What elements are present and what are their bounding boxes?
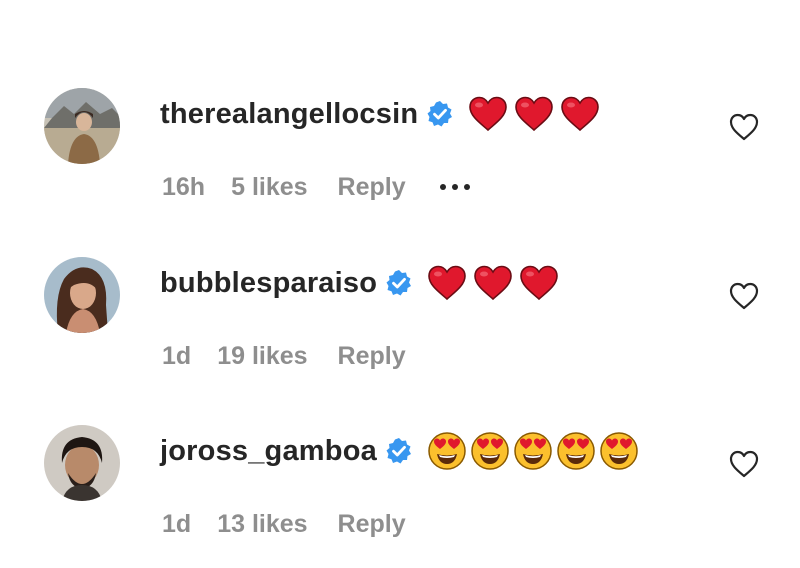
red-heart-icon xyxy=(473,265,513,301)
red-heart-icon xyxy=(468,96,508,132)
comment-likes[interactable]: 13 likes xyxy=(217,510,307,539)
reply-button[interactable]: Reply xyxy=(338,173,406,202)
verified-badge-icon xyxy=(385,269,413,297)
red-heart-icon xyxy=(560,96,600,132)
username[interactable]: therealangellocsin xyxy=(160,98,418,131)
verified-badge-icon xyxy=(426,100,454,128)
comment-likes[interactable]: 5 likes xyxy=(231,173,307,202)
avatar[interactable] xyxy=(44,88,120,164)
like-heart-icon[interactable] xyxy=(728,112,760,142)
comment-text xyxy=(468,96,600,132)
comment-time[interactable]: 1d xyxy=(162,510,191,539)
red-heart-icon xyxy=(519,265,559,301)
comment-likes[interactable]: 19 likes xyxy=(217,342,307,371)
comment: therealangellocsin 16h 5 likes Reply xyxy=(0,88,800,218)
red-heart-icon xyxy=(514,96,554,132)
avatar[interactable] xyxy=(44,425,120,501)
username[interactable]: joross_gamboa xyxy=(160,435,377,468)
more-options-icon[interactable] xyxy=(439,184,470,190)
heart-eyes-face-icon xyxy=(513,431,553,471)
heart-eyes-face-icon xyxy=(599,431,639,471)
heart-eyes-face-icon xyxy=(470,431,510,471)
comment-text xyxy=(427,265,559,301)
like-heart-icon[interactable] xyxy=(728,281,760,311)
heart-eyes-face-icon xyxy=(427,431,467,471)
comment-text xyxy=(427,431,639,471)
comment-time[interactable]: 1d xyxy=(162,342,191,371)
comment: joross_gamboa 1d 13 likes Reply xyxy=(0,425,800,555)
verified-badge-icon xyxy=(385,437,413,465)
username[interactable]: bubblesparaiso xyxy=(160,267,377,300)
red-heart-icon xyxy=(427,265,467,301)
comments-list: therealangellocsin 16h 5 likes Reply bub… xyxy=(0,0,800,568)
comment: bubblesparaiso 1d 19 likes Reply xyxy=(0,257,800,387)
reply-button[interactable]: Reply xyxy=(338,510,406,539)
like-heart-icon[interactable] xyxy=(728,449,760,479)
reply-button[interactable]: Reply xyxy=(338,342,406,371)
heart-eyes-face-icon xyxy=(556,431,596,471)
comment-time[interactable]: 16h xyxy=(162,173,205,202)
avatar[interactable] xyxy=(44,257,120,333)
